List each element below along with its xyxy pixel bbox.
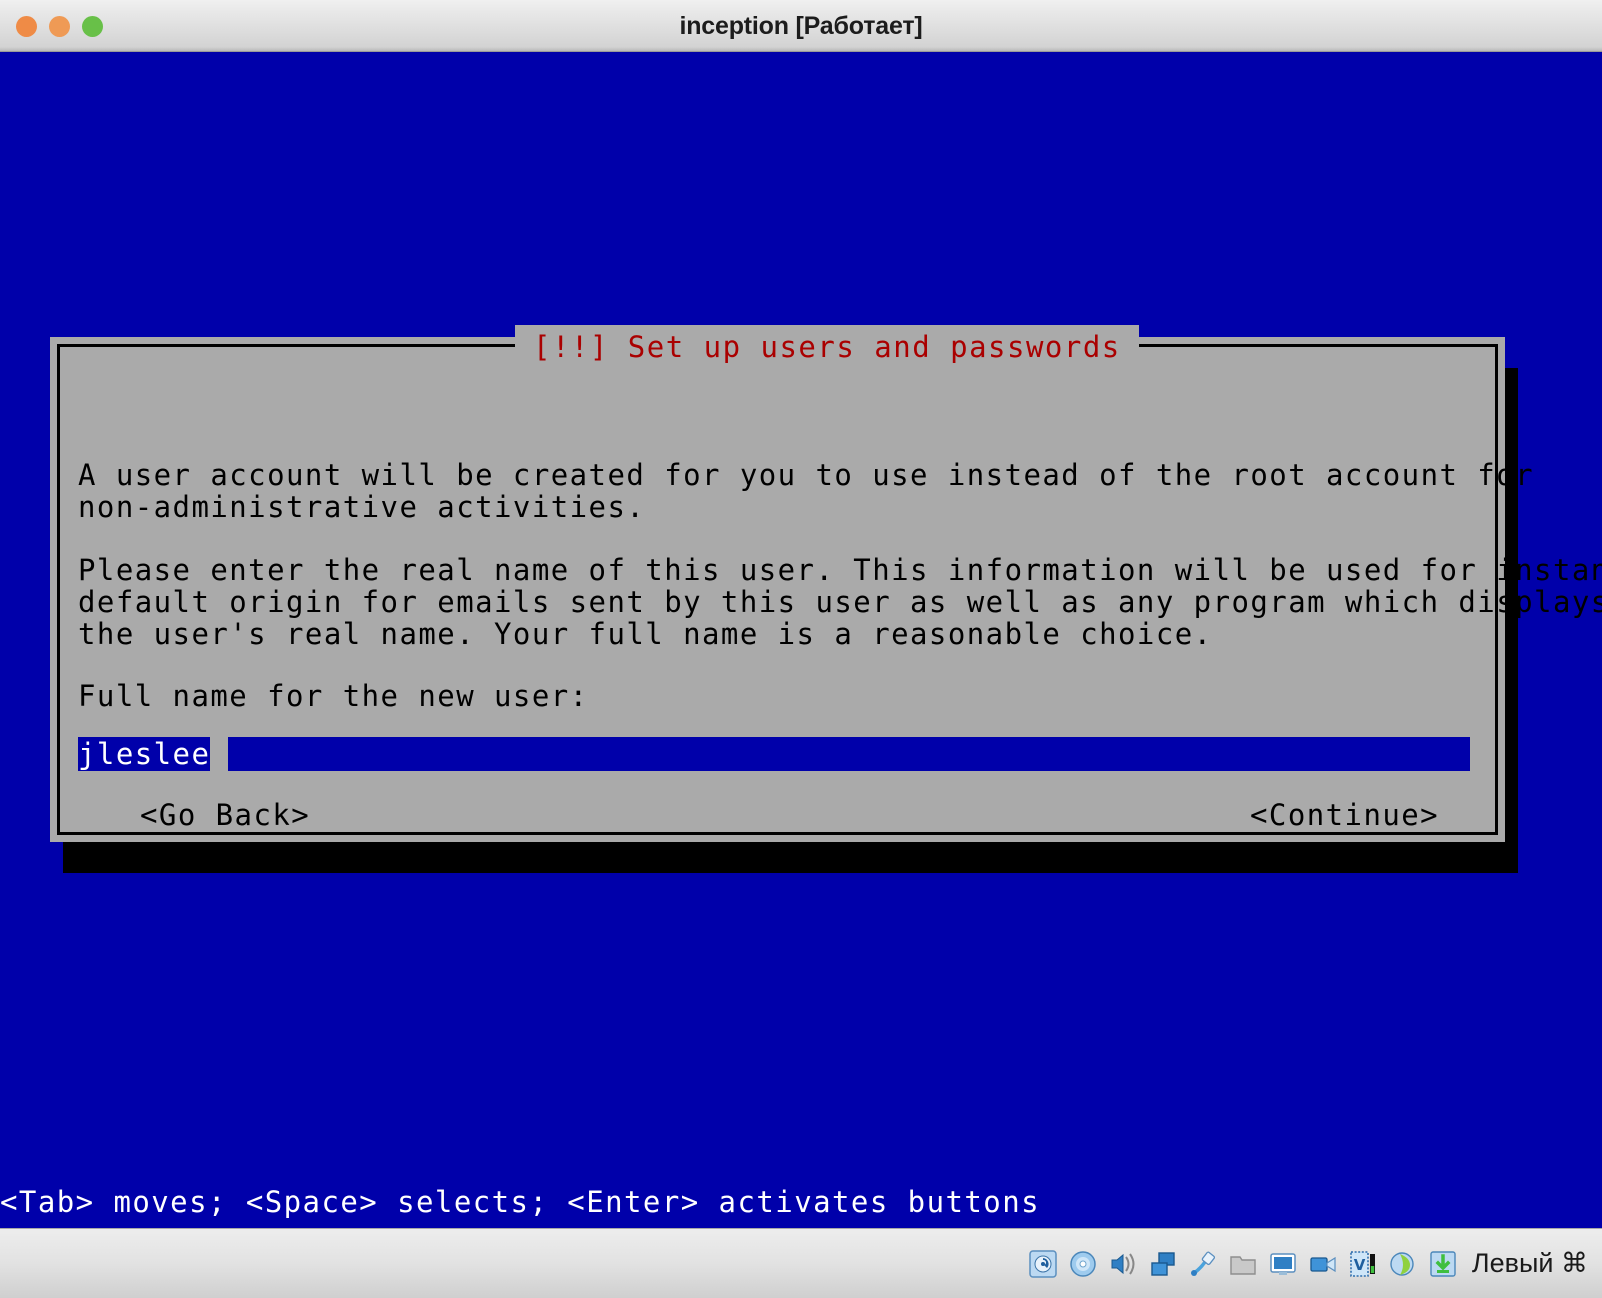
vm-screen: [!!] Set up users and passwords A user a… bbox=[0, 57, 1602, 1228]
network-icon[interactable] bbox=[1148, 1249, 1178, 1279]
window-title: inception [Работает] bbox=[679, 12, 923, 40]
fullname-input-value: jleslee bbox=[78, 737, 211, 771]
virtualization-icon[interactable]: V bbox=[1348, 1249, 1378, 1279]
continue-button[interactable]: <Continue> bbox=[1250, 799, 1439, 831]
audio-icon[interactable] bbox=[1108, 1249, 1138, 1279]
text-cursor bbox=[210, 737, 229, 771]
go-back-button[interactable]: <Go Back> bbox=[140, 799, 310, 831]
mouse-integration-icon[interactable] bbox=[1388, 1249, 1418, 1279]
fullname-field-label: Full name for the new user: bbox=[78, 679, 589, 713]
status-icon-group: V bbox=[1028, 1249, 1458, 1279]
window-titlebar: inception [Работает] bbox=[0, 0, 1602, 52]
hard-disk-icon[interactable] bbox=[1028, 1249, 1058, 1279]
installer-dialog: [!!] Set up users and passwords A user a… bbox=[50, 325, 1602, 842]
display-icon[interactable] bbox=[1268, 1249, 1298, 1279]
console-key-hint: <Tab> moves; <Space> selects; <Enter> ac… bbox=[0, 1185, 1041, 1219]
shared-folders-icon[interactable] bbox=[1228, 1249, 1258, 1279]
host-key-label: Левый ⌘ bbox=[1471, 1248, 1588, 1278]
fullname-input-remainder bbox=[228, 737, 1470, 771]
usb-icon[interactable] bbox=[1188, 1249, 1218, 1279]
recording-icon[interactable] bbox=[1308, 1249, 1338, 1279]
dialog-body: A user account will be created for you t… bbox=[50, 337, 1602, 842]
keyboard-capture-icon[interactable] bbox=[1428, 1249, 1458, 1279]
dialog-paragraph-1: A user account will be created for you t… bbox=[78, 458, 1535, 524]
virtualbox-statusbar: V Левый ⌘ bbox=[0, 1228, 1602, 1298]
optical-disk-icon[interactable] bbox=[1068, 1249, 1098, 1279]
dialog-paragraph-2: Please enter the real name of this user.… bbox=[78, 553, 1602, 651]
virtualbox-window: inception [Работает] [!!] Set up users a… bbox=[0, 0, 1602, 1298]
fullname-input[interactable]: jleslee bbox=[78, 737, 1470, 771]
svg-text:V: V bbox=[1354, 1256, 1366, 1274]
